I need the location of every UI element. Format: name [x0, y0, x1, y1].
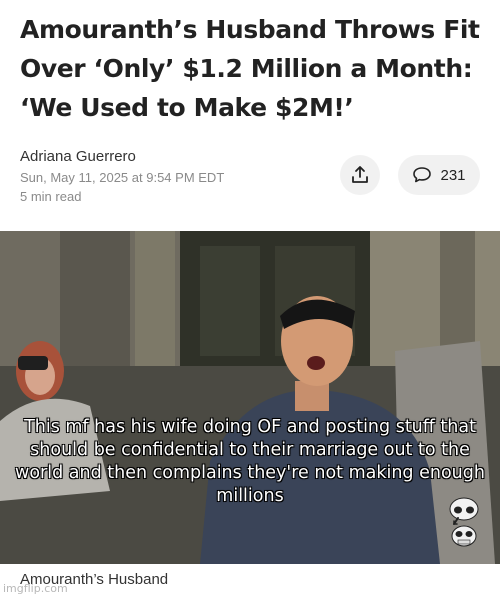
- publish-date: Sun, May 11, 2025 at 9:54 PM EDT: [20, 170, 225, 185]
- meme-caption: This mf has his wife doing OF and postin…: [15, 417, 485, 506]
- share-upload-icon: [352, 166, 368, 183]
- comment-count: 231: [440, 166, 466, 184]
- imgflip-watermark: imgflip.com: [3, 582, 68, 595]
- author-name[interactable]: Adriana Guerrero: [20, 148, 136, 165]
- article-photo: [0, 231, 500, 564]
- share-button[interactable]: [340, 155, 380, 195]
- photo-scene: [0, 231, 500, 564]
- comments-button[interactable]: 231: [398, 155, 480, 195]
- speech-bubble-icon: [413, 167, 432, 183]
- read-time: 5 min read: [20, 189, 82, 204]
- article-headline: Amouranth’s Husband Throws Fit Over ‘Onl…: [20, 15, 480, 122]
- skull-emoji: [449, 497, 479, 547]
